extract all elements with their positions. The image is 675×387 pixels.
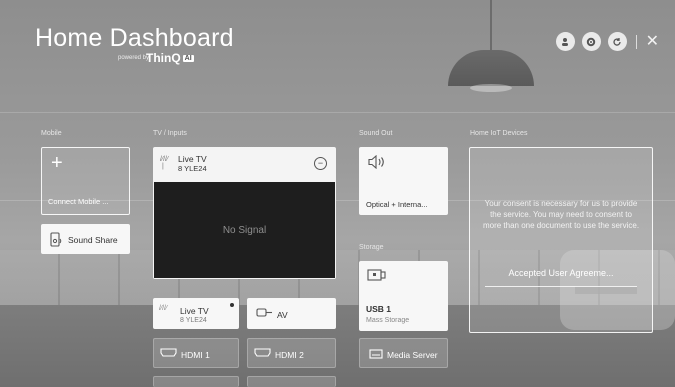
accepted-user-agreement-button[interactable]: Accepted User Agreeme... <box>485 260 637 287</box>
remove-icon[interactable]: − <box>314 157 327 170</box>
accept-button-label: Accepted User Agreeme... <box>508 268 614 278</box>
hdmi1-input-tile[interactable]: HDMI 1 <box>153 338 239 368</box>
input-tile-partial[interactable] <box>247 376 336 387</box>
section-label-mobile: Mobile <box>41 130 62 137</box>
hdmi2-label: HDMI 2 <box>275 350 304 360</box>
no-signal-text: No Signal <box>222 224 267 236</box>
live-tv-name: Live TV <box>178 154 207 164</box>
media-server-tile[interactable]: Media Server <box>359 338 448 368</box>
ai-badge: AI <box>182 55 194 62</box>
live-tv-channel: 8 YLE24 <box>178 164 207 173</box>
section-label-tv-inputs: TV / Inputs <box>153 130 187 137</box>
plus-icon: + <box>51 152 63 174</box>
usb-subtitle: Mass Storage <box>366 317 410 324</box>
refresh-icon[interactable] <box>607 32 627 51</box>
media-server-icon <box>369 349 383 359</box>
media-server-label: Media Server <box>387 350 438 360</box>
divider <box>635 34 637 49</box>
section-label-home-iot: Home IoT Devices <box>470 130 528 137</box>
live-tv-card[interactable]: /⁄//⁄ | Live TV 8 YLE24 − No Signal <box>153 147 336 279</box>
consent-text: Your consent is necessary for us to prov… <box>482 199 640 230</box>
usb-icon <box>367 269 386 281</box>
page-title: Home Dashboard <box>35 24 234 52</box>
section-label-sound-out: Sound Out <box>359 130 393 137</box>
usb-storage-card[interactable]: USB 1 Mass Storage <box>359 261 448 331</box>
antenna-icon: /⁄//⁄ <box>159 305 168 312</box>
home-iot-panel: Your consent is necessary for us to prov… <box>469 147 653 333</box>
av-label: AV <box>277 310 288 320</box>
thinq-logo: ThinQ AI <box>146 51 194 65</box>
sound-share-button[interactable]: Sound Share <box>41 224 130 254</box>
phone-sound-icon <box>50 232 62 247</box>
live-tv-header: /⁄//⁄ | Live TV 8 YLE24 − <box>154 148 335 182</box>
live-tv-tile-channel: 8 YLE24 <box>180 317 207 324</box>
tv-preview: No Signal <box>154 182 335 278</box>
close-icon[interactable]: ✕ <box>646 33 659 50</box>
active-dot-icon <box>230 303 234 307</box>
account-icon[interactable] <box>555 32 575 51</box>
sound-out-label: Optical + Interna... <box>366 200 428 209</box>
section-label-storage: Storage <box>359 244 384 251</box>
connect-mobile-label: Connect Mobile ... <box>48 197 109 206</box>
usb-name: USB 1 <box>366 304 392 314</box>
antenna-icon: /⁄//⁄ | <box>160 156 169 170</box>
input-tile-partial[interactable] <box>153 376 239 387</box>
sound-out-card[interactable]: Optical + Interna... <box>359 147 448 215</box>
av-cable-icon <box>256 308 272 317</box>
sound-share-label: Sound Share <box>68 235 118 245</box>
powered-by-label: powered by <box>118 55 150 61</box>
settings-icon[interactable] <box>581 32 601 51</box>
hdmi-icon <box>160 348 177 357</box>
live-tv-tile[interactable]: /⁄//⁄ Live TV 8 YLE24 <box>153 298 239 329</box>
speaker-icon <box>368 155 384 169</box>
hdmi2-input-tile[interactable]: HDMI 2 <box>247 338 336 368</box>
hdmi-icon <box>254 348 271 357</box>
connect-mobile-card[interactable]: + Connect Mobile ... <box>41 147 130 215</box>
hdmi1-label: HDMI 1 <box>181 350 210 360</box>
top-actions: ✕ <box>555 32 659 51</box>
av-input-tile[interactable]: AV <box>247 298 336 329</box>
live-tv-tile-name: Live TV <box>180 306 209 316</box>
